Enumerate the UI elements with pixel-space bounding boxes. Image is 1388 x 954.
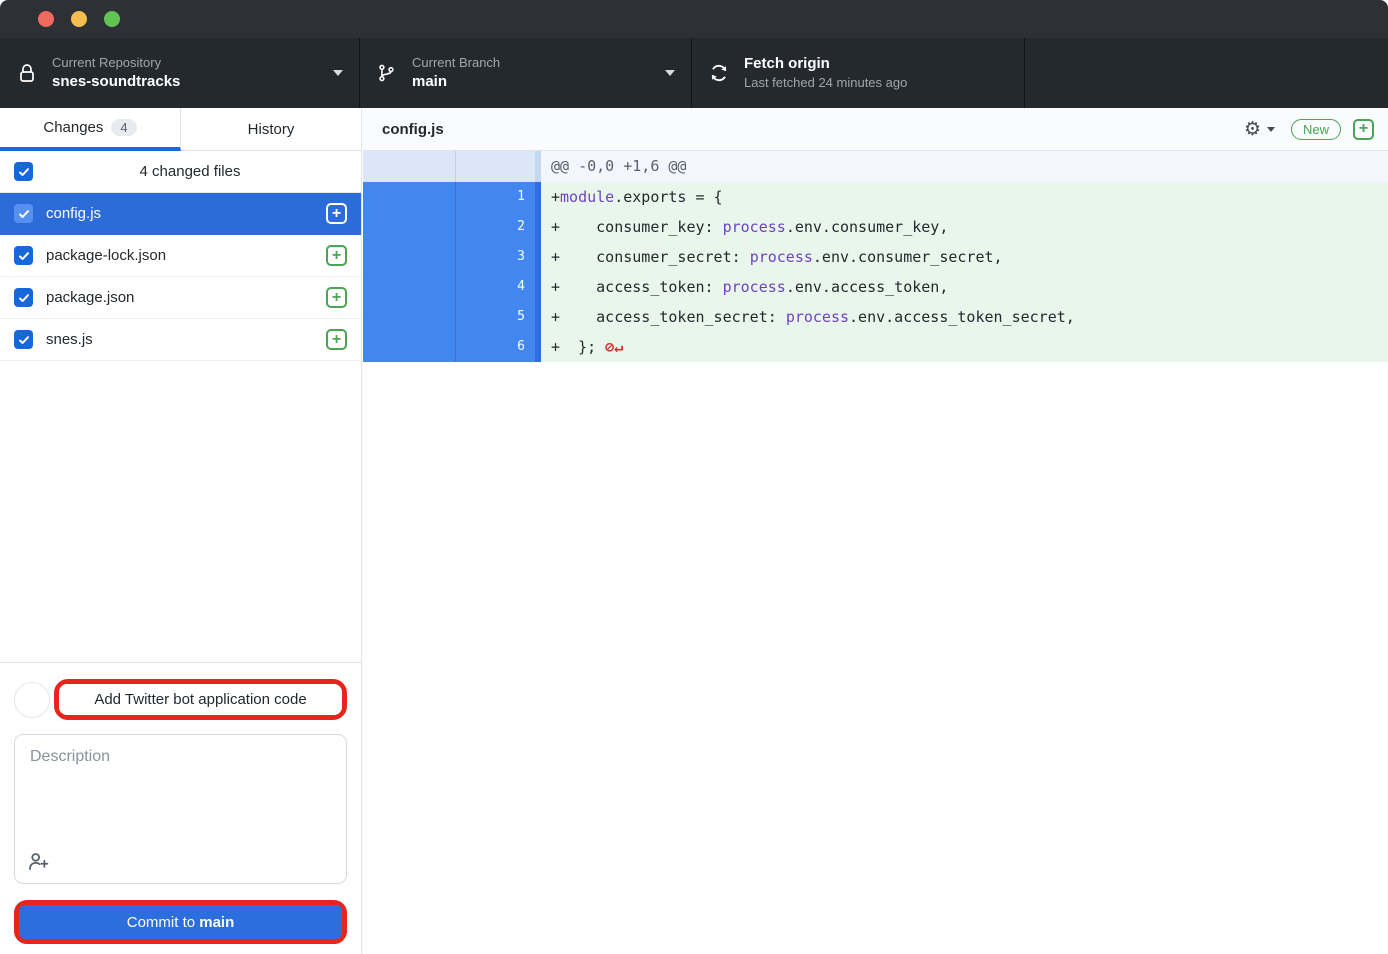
commit-branch-name: main [199,914,234,931]
hunk-gutter-new [455,151,541,182]
file-name: config.js [46,205,101,222]
github-desktop-window: Current Repository snes-soundtracks Curr… [0,0,1388,954]
file-list-empty-space [0,361,361,662]
branch-name: main [412,73,500,92]
toolbar: Current Repository snes-soundtracks Curr… [0,38,1388,108]
toolbar-empty-area [1025,38,1388,108]
avatar [14,682,50,718]
diff-line-row: 2+ consumer_key: process.env.consumer_ke… [363,212,1388,242]
lock-icon [16,62,38,84]
current-branch-dropdown[interactable]: Current Branch main [360,38,692,108]
new-file-badge: New [1291,119,1341,140]
diff-gutter-new[interactable]: 6 [455,332,541,362]
fetch-title: Fetch origin [744,55,907,74]
sidebar-tabs: Changes 4 History [0,108,361,151]
annotation-highlight-summary: Add Twitter bot application code [54,679,347,720]
select-all-checkbox[interactable] [14,162,33,181]
commit-form: Add Twitter bot application code Descrip… [0,662,361,954]
file-row[interactable]: config.js + [0,193,361,235]
tab-history-label: History [248,121,295,138]
diff-line-row: 1+module.exports = { [363,182,1388,212]
changed-file-list: config.js+package-lock.json+package.json… [0,193,361,361]
titlebar [0,0,1388,38]
zoom-window-button[interactable] [104,11,120,27]
diff-pane: config.js ⚙ New + @@ -0,0 +1,6 @@ 1+modu… [363,108,1388,954]
file-name: snes.js [46,331,93,348]
diff-code-line: + access_token_secret: process.env.acces… [541,302,1388,332]
select-all-row: 4 changed files [0,151,361,193]
fetch-status: Last fetched 24 minutes ago [744,75,907,91]
diff-line-row: 3+ consumer_secret: process.env.consumer… [363,242,1388,272]
description-placeholder: Description [30,748,110,765]
diff-code-line: + consumer_secret: process.env.consumer_… [541,242,1388,272]
plus-square-icon[interactable]: + [326,329,347,350]
diff-file-name: config.js [382,121,444,138]
commit-to-main-button[interactable]: Commit to main [19,905,342,939]
file-row[interactable]: package.json + [0,277,361,319]
commit-description-input[interactable]: Description [14,734,347,884]
plus-square-icon[interactable]: + [326,203,347,224]
diff-code-line: +module.exports = { [541,182,1388,212]
changes-count-badge: 4 [111,119,136,136]
file-row[interactable]: snes.js + [0,319,361,361]
diff-gutter-new[interactable]: 5 [455,302,541,332]
diff-gutter-new[interactable]: 3 [455,242,541,272]
gear-caret-icon[interactable] [1267,127,1275,132]
git-branch-icon [376,62,398,84]
sync-icon [708,62,730,84]
changes-sidebar: Changes 4 History 4 changed files config… [0,108,362,954]
diff-gutter-old[interactable] [363,212,455,242]
plus-square-icon[interactable]: + [326,287,347,308]
diff-code-line: + access_token: process.env.access_token… [541,272,1388,302]
add-coauthor-icon[interactable] [28,851,50,873]
diff-code-line: + consumer_key: process.env.consumer_key… [541,212,1388,242]
current-repository-dropdown[interactable]: Current Repository snes-soundtracks [0,38,360,108]
diff-code-line: + }; ⊘↵ [541,332,1388,362]
gear-icon[interactable]: ⚙ [1244,120,1261,139]
diff-gutter-old[interactable] [363,242,455,272]
repository-label: Current Repository [52,55,180,71]
diff-gutter-new[interactable]: 1 [455,182,541,212]
annotation-highlight-commit: Commit to main [14,900,347,944]
hunk-header-row: @@ -0,0 +1,6 @@ [363,151,1388,182]
file-name: package-lock.json [46,247,166,264]
tab-changes[interactable]: Changes 4 [0,108,181,151]
diff-line-row: 4+ access_token: process.env.access_toke… [363,272,1388,302]
diff-body: @@ -0,0 +1,6 @@ 1+module.exports = {2+ c… [363,151,1388,362]
diff-gutter-new[interactable]: 2 [455,212,541,242]
file-name: package.json [46,289,134,306]
changed-files-count: 4 changed files [33,163,347,180]
diff-gutter-new[interactable]: 4 [455,272,541,302]
tab-history[interactable]: History [181,108,361,151]
diff-gutter-old[interactable] [363,182,455,212]
file-checkbox[interactable] [14,246,33,265]
close-window-button[interactable] [38,11,54,27]
chevron-down-icon [665,70,675,76]
diff-header: config.js ⚙ New + [363,108,1388,151]
file-checkbox[interactable] [14,330,33,349]
diff-gutter-old[interactable] [363,332,455,362]
fetch-origin-button[interactable]: Fetch origin Last fetched 24 minutes ago [692,38,1025,108]
plus-square-icon[interactable]: + [326,245,347,266]
chevron-down-icon [333,70,343,76]
tab-changes-label: Changes [43,119,103,136]
commit-summary-input[interactable]: Add Twitter bot application code [59,684,342,715]
hunk-gutter-old [363,151,455,182]
diff-lines: 1+module.exports = {2+ consumer_key: pro… [363,182,1388,362]
repository-name: snes-soundtracks [52,73,180,92]
file-checkbox[interactable] [14,288,33,307]
minimize-window-button[interactable] [71,11,87,27]
diff-line-row: 6+ }; ⊘↵ [363,332,1388,362]
diff-gutter-old[interactable] [363,272,455,302]
expand-diff-plus-icon[interactable]: + [1353,119,1374,140]
branch-label: Current Branch [412,55,500,71]
diff-line-row: 5+ access_token_secret: process.env.acce… [363,302,1388,332]
hunk-header: @@ -0,0 +1,6 @@ [541,151,1388,182]
file-checkbox[interactable] [14,204,33,223]
diff-gutter-old[interactable] [363,302,455,332]
file-row[interactable]: package-lock.json + [0,235,361,277]
